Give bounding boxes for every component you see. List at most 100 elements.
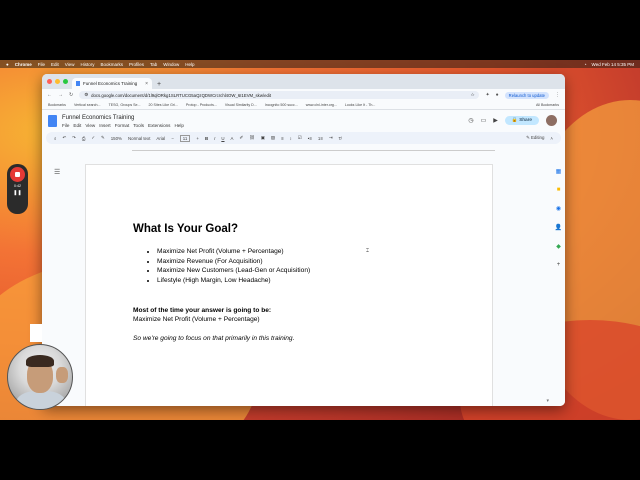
apple-icon[interactable]: ● [6, 62, 9, 67]
close-window-button[interactable] [47, 79, 52, 84]
docs-menu-edit[interactable]: Edit [73, 123, 81, 128]
bullet-list-icon[interactable]: •≡ [308, 136, 312, 141]
docs-menu-format[interactable]: Format [115, 123, 130, 128]
align-icon[interactable]: ≡ [281, 136, 284, 141]
pause-icon[interactable]: ❚❚ [13, 190, 21, 196]
print-icon[interactable]: ⎙ [82, 136, 86, 141]
zoom-window-button[interactable] [63, 79, 68, 84]
bookmark-3[interactable]: 20 Sites Like Gri... [149, 103, 178, 107]
docs-menu-insert[interactable]: Insert [99, 123, 111, 128]
underline-icon[interactable]: U [221, 136, 224, 141]
docs-menu-extensions[interactable]: Extensions [148, 123, 170, 128]
recorder-handle[interactable] [30, 324, 42, 342]
docs-menu-tools[interactable]: Tools [133, 123, 144, 128]
document-page[interactable]: What Is Your Goal? Maximize Net Profit (… [85, 164, 493, 406]
ruler[interactable] [132, 144, 495, 151]
bookmark-4[interactable]: Protop - Products... [186, 103, 217, 107]
relaunch-button[interactable]: Relaunch to update [504, 91, 549, 99]
reload-icon[interactable]: ↻ [69, 92, 73, 98]
undo-icon[interactable]: ↶ [62, 135, 66, 141]
collapse-toolbar-icon[interactable]: ˄ [550, 136, 553, 141]
clear-format-icon[interactable]: T̸ [339, 136, 342, 141]
indent-icon[interactable]: ⇥ [329, 135, 333, 141]
list-item: Maximize Net Profit (Volume + Percentage… [157, 248, 310, 255]
menubar-item-history[interactable]: History [80, 62, 94, 67]
editing-mode-select[interactable]: ✎ Editing [526, 135, 544, 141]
docs-favicon-icon [76, 81, 80, 86]
webcam-bubble[interactable] [7, 344, 73, 410]
bookmark-1[interactable]: Vertical search... [74, 103, 101, 107]
italic-icon[interactable]: I [214, 136, 215, 141]
wifi-icon[interactable]: ◔ [584, 62, 587, 67]
profile-icon[interactable]: ● [496, 92, 499, 98]
keep-icon[interactable]: ■ [557, 187, 561, 193]
add-addon-icon[interactable]: + [557, 262, 561, 268]
new-tab-button[interactable]: + [157, 81, 161, 88]
font-select[interactable]: Arial [156, 136, 165, 141]
font-size-minus-icon[interactable]: − [171, 136, 174, 141]
docs-menu-help[interactable]: Help [174, 123, 183, 128]
account-avatar[interactable] [546, 115, 557, 126]
forward-icon[interactable]: → [58, 92, 63, 98]
stop-recording-button[interactable] [10, 167, 25, 182]
menubar-item-tab[interactable]: Tab [150, 62, 157, 67]
zoom-select[interactable]: 150% [111, 136, 122, 141]
docs-menu-view[interactable]: View [85, 123, 95, 128]
bookmark-2[interactable]: TESG, Groups Se... [109, 103, 141, 107]
tasks-icon[interactable]: ◉ [556, 205, 561, 212]
text-color-icon[interactable]: A [231, 136, 234, 141]
line-spacing-icon[interactable]: ↕ [290, 136, 292, 141]
docs-menu-file[interactable]: File [62, 123, 69, 128]
share-button[interactable]: 🔒 Share [504, 116, 539, 125]
menubar-item-file[interactable]: File [38, 62, 45, 67]
checklist-icon[interactable]: ☑ [298, 135, 302, 141]
bookmark-5[interactable]: Visual Similarity D... [225, 103, 257, 107]
calendar-icon[interactable]: ▦ [556, 168, 562, 175]
style-select[interactable]: Normal text [128, 136, 150, 141]
address-bar[interactable]: ⚙ docs.google.com/document/d/1l9qlORkg1S… [79, 91, 480, 99]
maps-icon[interactable]: ◆ [556, 243, 561, 250]
menubar-item-help[interactable]: Help [185, 62, 194, 67]
comment-icon[interactable]: ▣ [261, 135, 265, 141]
bookmark-star-icon[interactable]: ☆ [471, 92, 475, 98]
menubar-item-profiles[interactable]: Profiles [129, 62, 144, 67]
document-title[interactable]: Funnel Economics Training [62, 115, 184, 121]
bookmark-8[interactable]: Looks Like It - Th... [345, 103, 376, 107]
document-outline-icon[interactable]: ☰ [54, 168, 60, 176]
more-menu-icon[interactable]: ⋮ [555, 92, 560, 98]
menubar-app[interactable]: Chrome [15, 62, 32, 67]
menubar-item-bookmarks[interactable]: Bookmarks [100, 62, 123, 67]
bookmark-0[interactable]: Bookmarks [48, 103, 66, 107]
comments-icon[interactable]: ▭ [481, 117, 487, 124]
all-bookmarks[interactable]: All Bookmarks [536, 103, 559, 107]
history-icon[interactable]: ◷ [468, 117, 473, 124]
browser-tab[interactable]: Funnel Economics Training × [72, 78, 152, 89]
spellcheck-icon[interactable]: ✓ [91, 135, 95, 141]
menubar-item-view[interactable]: View [65, 62, 75, 67]
search-menus-icon[interactable]: ⌕ [54, 136, 56, 141]
link-icon[interactable]: ⛓ [249, 135, 255, 141]
back-icon[interactable]: ← [47, 92, 52, 98]
site-info-icon[interactable]: ⚙ [84, 92, 88, 98]
numbered-list-icon[interactable]: 1≡ [318, 136, 323, 141]
meet-icon[interactable]: ▶ [493, 117, 498, 124]
minimize-window-button[interactable] [55, 79, 60, 84]
redo-icon[interactable]: ↷ [72, 135, 76, 141]
bookmark-6[interactable]: Incognito 500 succ... [265, 103, 298, 107]
scroll-down-icon[interactable]: ▾ [546, 398, 549, 404]
extensions-icon[interactable]: ✦ [485, 92, 489, 98]
font-size-field[interactable]: 11 [179, 134, 191, 142]
menubar-item-edit[interactable]: Edit [51, 62, 59, 67]
image-icon[interactable]: ▨ [271, 135, 275, 141]
paint-format-icon[interactable]: ✎ [101, 135, 105, 141]
highlight-icon[interactable]: ✐ [239, 135, 243, 141]
menubar-datetime[interactable]: Wed Feb 14 5:35 PM [592, 62, 634, 67]
docs-logo-icon[interactable] [48, 115, 57, 127]
close-tab-icon[interactable]: × [145, 81, 148, 87]
share-label: Share [519, 118, 532, 123]
menubar-item-window[interactable]: Window [163, 62, 179, 67]
font-size-plus-icon[interactable]: + [196, 136, 199, 141]
contacts-icon[interactable]: 👤 [555, 224, 562, 231]
bookmark-7[interactable]: www.clnl-inter.org... [306, 103, 337, 107]
bold-icon[interactable]: B [205, 136, 208, 141]
